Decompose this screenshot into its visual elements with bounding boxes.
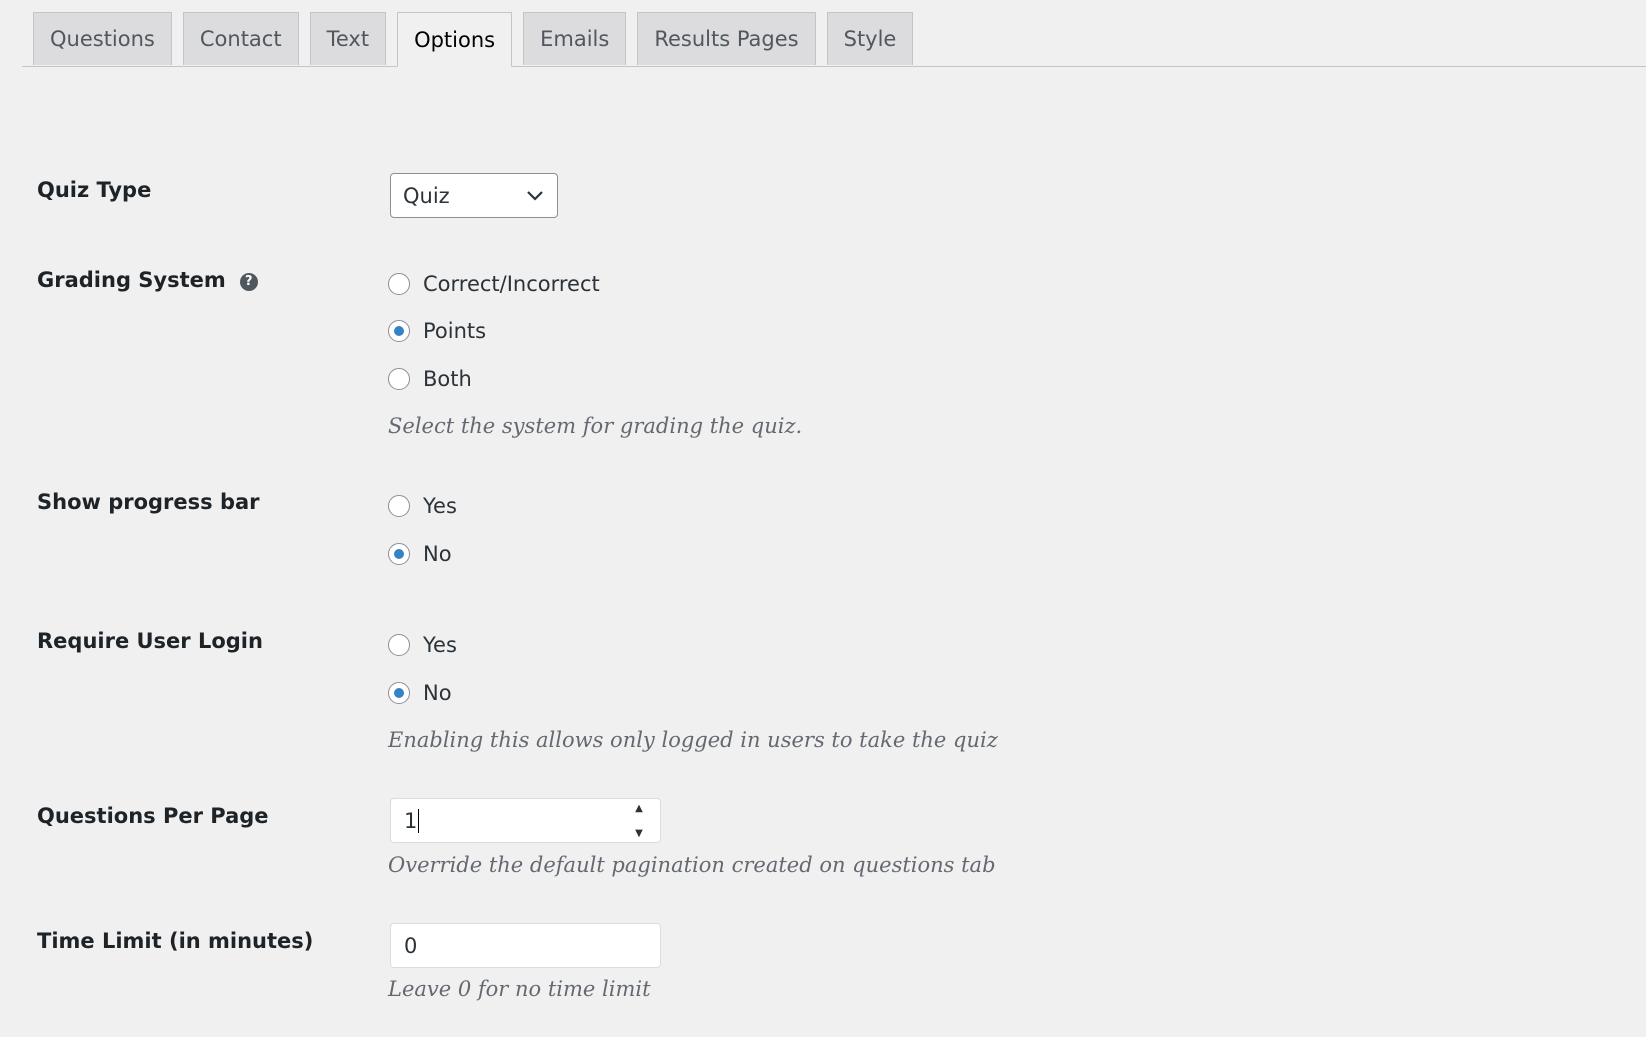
require-login-option-no[interactable]: No xyxy=(388,681,452,705)
number-spinner[interactable]: ▲ ▼ xyxy=(632,803,646,839)
tab-options[interactable]: Options xyxy=(397,12,513,67)
tab-style[interactable]: Style xyxy=(826,12,914,65)
require-login-option-yes[interactable]: Yes xyxy=(388,633,457,657)
radio-label: Correct/Incorrect xyxy=(423,272,600,296)
radio-label: Yes xyxy=(423,494,457,518)
radio-label: No xyxy=(423,542,452,566)
radio-button[interactable] xyxy=(388,273,410,295)
time-limit-description: Leave 0 for no time limit xyxy=(388,977,651,1001)
quiz-type-select[interactable]: Quiz xyxy=(390,173,558,218)
time-limit-input[interactable]: 0 xyxy=(390,923,661,968)
grading-option-points[interactable]: Points xyxy=(388,319,486,343)
questions-per-page-input[interactable]: 1 ▲ ▼ xyxy=(390,798,661,843)
tab-emails[interactable]: Emails xyxy=(523,12,627,65)
time-limit-value: 0 xyxy=(404,933,418,958)
grading-option-both[interactable]: Both xyxy=(388,367,472,391)
quiz-type-label: Quiz Type xyxy=(37,178,152,202)
radio-button-checked[interactable] xyxy=(388,682,410,704)
tab-questions[interactable]: Questions xyxy=(33,12,172,65)
radio-button-checked[interactable] xyxy=(388,320,410,342)
spinner-down-icon[interactable]: ▼ xyxy=(635,828,643,839)
radio-label: No xyxy=(423,681,452,705)
tab-text[interactable]: Text xyxy=(309,12,387,65)
progress-bar-option-yes[interactable]: Yes xyxy=(388,494,457,518)
radio-label: Both xyxy=(423,367,472,391)
tab-results-pages[interactable]: Results Pages xyxy=(637,12,816,65)
spinner-up-icon[interactable]: ▲ xyxy=(635,803,643,814)
radio-button[interactable] xyxy=(388,368,410,390)
text-cursor xyxy=(418,808,420,833)
radio-button[interactable] xyxy=(388,634,410,656)
require-login-description: Enabling this allows only logged in user… xyxy=(388,728,998,752)
questions-per-page-description: Override the default pagination created … xyxy=(388,853,996,877)
grading-system-description: Select the system for grading the quiz. xyxy=(388,414,803,438)
require-login-label: Require User Login xyxy=(37,629,263,653)
radio-button-checked[interactable] xyxy=(388,543,410,565)
quiz-type-value: Quiz xyxy=(403,183,450,208)
questions-per-page-label: Questions Per Page xyxy=(37,804,269,828)
radio-label: Yes xyxy=(423,633,457,657)
time-limit-label: Time Limit (in minutes) xyxy=(37,929,314,953)
grading-option-correct-incorrect[interactable]: Correct/Incorrect xyxy=(388,272,600,296)
questions-per-page-value: 1 xyxy=(404,808,418,833)
progress-bar-option-no[interactable]: No xyxy=(388,542,452,566)
chevron-down-icon xyxy=(527,191,543,201)
tab-contact[interactable]: Contact xyxy=(182,12,299,65)
radio-button[interactable] xyxy=(388,495,410,517)
radio-label: Points xyxy=(423,319,487,343)
grading-system-label-text: Grading System xyxy=(37,268,226,292)
settings-tabs: Questions Contact Text Options Emails Re… xyxy=(22,12,1646,67)
grading-system-label: Grading System? xyxy=(37,268,258,292)
progress-bar-label: Show progress bar xyxy=(37,490,260,514)
help-icon[interactable]: ? xyxy=(239,273,258,291)
